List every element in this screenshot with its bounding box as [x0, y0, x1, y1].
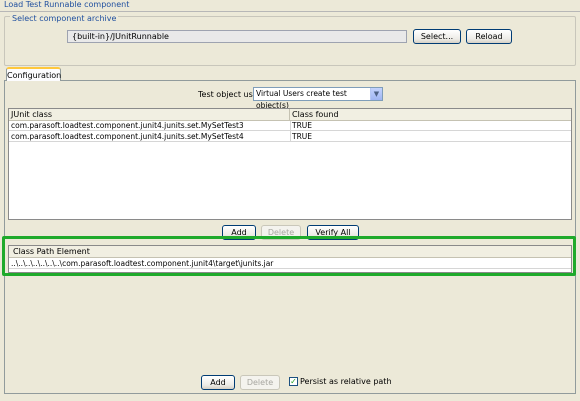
junit-table-header: JUnit class Class found	[9, 109, 571, 121]
add-classpath-button[interactable]: Add	[201, 375, 235, 390]
chevron-down-icon[interactable]: ▼	[370, 88, 382, 100]
junit-class-cell: com.parasoft.loadtest.component.junit4.j…	[11, 132, 244, 141]
junit-class-table: JUnit class Class found com.parasoft.loa…	[8, 108, 572, 220]
test-object-select[interactable]: Virtual Users create test object(s) ▼	[253, 87, 383, 110]
test-object-label: Test object use	[198, 90, 258, 99]
title-divider	[0, 11, 580, 12]
column-header-class-found[interactable]: Class found	[290, 109, 573, 121]
class-found-cell: TRUE	[292, 132, 313, 141]
select-archive-button[interactable]: Select...	[413, 29, 461, 44]
column-divider	[290, 121, 291, 142]
junit-class-cell: com.parasoft.loadtest.component.junit4.j…	[11, 121, 244, 130]
column-header-junit-class[interactable]: JUnit class	[9, 109, 290, 121]
tab-configuration[interactable]: Configuration	[6, 67, 61, 81]
component-title: Load Test Runnable component	[4, 0, 130, 9]
archive-path-field[interactable]: {built-in}/JUnitRunnable	[67, 30, 407, 43]
persist-relative-label[interactable]: Persist as relative path	[300, 377, 392, 386]
reload-button[interactable]: Reload	[466, 29, 512, 44]
class-found-cell: TRUE	[292, 121, 313, 130]
classpath-highlight-box	[2, 236, 576, 276]
check-icon: ✓	[290, 377, 297, 386]
persist-relative-checkbox[interactable]: ✓	[289, 377, 298, 386]
archive-group-label: Select component archive	[10, 14, 119, 23]
delete-classpath-button[interactable]: Delete	[240, 375, 280, 390]
